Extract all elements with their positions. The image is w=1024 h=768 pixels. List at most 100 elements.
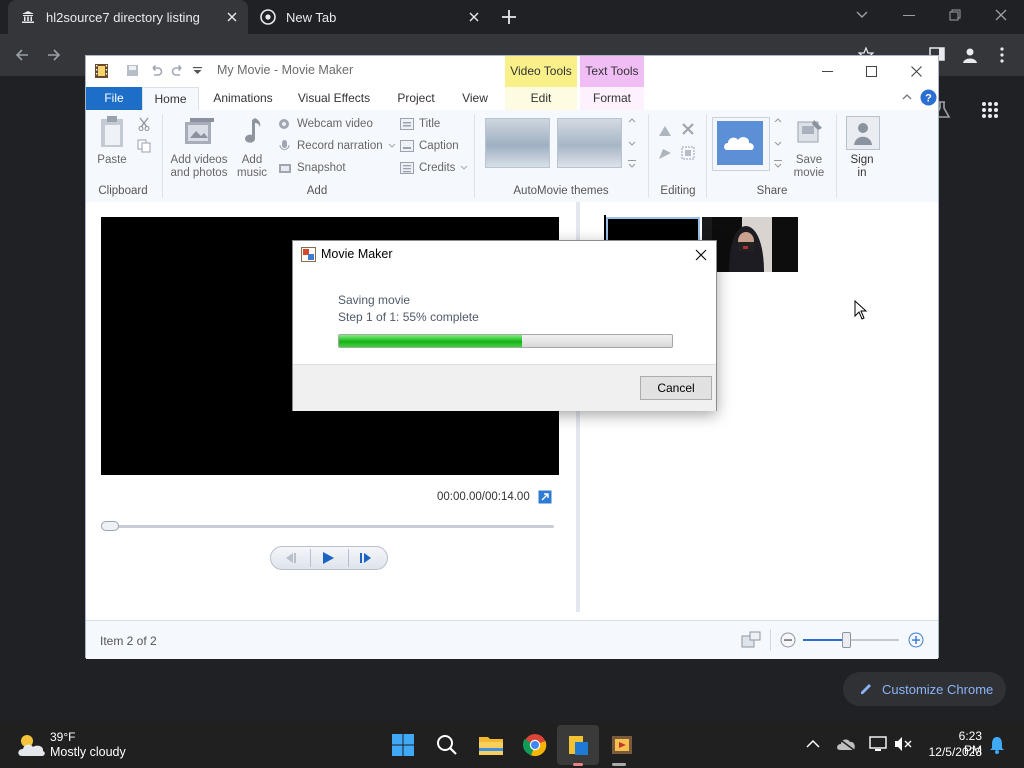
webcam-video-button[interactable]: Webcam video [278, 118, 373, 130]
movie-maker-icon [612, 736, 632, 754]
seek-thumb[interactable] [101, 521, 119, 531]
time-readout: 00:00.00/00:14.00 [437, 491, 530, 503]
minimize-icon[interactable] [903, 15, 915, 17]
chevron-down-icon [461, 165, 468, 170]
zoom-slider-thumb[interactable] [842, 632, 851, 648]
tab-title: New Tab [286, 9, 337, 25]
caption-button[interactable]: Caption [400, 140, 459, 152]
browser-tab-directory[interactable]: hl2source7 directory listing [8, 0, 248, 34]
close-button[interactable] [893, 56, 939, 87]
clock-date[interactable]: 12/5/2023 [922, 745, 982, 759]
close-icon[interactable] [466, 9, 482, 25]
previous-frame-button[interactable] [275, 549, 305, 567]
profile-icon[interactable] [961, 46, 979, 64]
title-button[interactable]: Title [400, 118, 440, 130]
start-button[interactable] [388, 730, 418, 760]
tab-home[interactable]: Home [142, 87, 199, 110]
save-movie-label[interactable]: Save movie [786, 154, 832, 180]
zoom-slider[interactable] [803, 639, 899, 641]
cancel-button[interactable]: Cancel [640, 376, 712, 400]
themes-scroll[interactable] [626, 116, 638, 172]
tab-view[interactable]: View [455, 87, 495, 110]
search-button[interactable] [432, 730, 462, 760]
record-narration-button[interactable]: Record narration [278, 140, 398, 152]
network-icon[interactable] [869, 736, 887, 752]
seek-bar[interactable] [104, 525, 554, 528]
restore-icon[interactable] [949, 9, 961, 21]
next-frame-button[interactable] [351, 549, 381, 567]
close-icon[interactable] [995, 9, 1007, 21]
forward-icon[interactable] [46, 47, 62, 63]
new-tab-icon[interactable] [500, 8, 518, 26]
tab-project[interactable]: Project [391, 87, 441, 110]
rotate-right-icon[interactable] [657, 147, 673, 161]
save-progress-bar [338, 334, 673, 348]
volume-muted-icon[interactable] [894, 736, 912, 752]
apps-grid-icon[interactable] [981, 101, 999, 119]
automovie-theme-2[interactable] [557, 118, 622, 168]
save-movie-icon[interactable] [794, 116, 824, 146]
microphone-icon [279, 140, 290, 150]
window-titlebar: My Movie - Movie Maker Video Tools Text … [86, 56, 938, 87]
movie-maker-icon [301, 247, 316, 262]
group-separator [648, 114, 649, 198]
fullscreen-icon[interactable] [538, 490, 552, 504]
notification-bell-icon[interactable] [989, 736, 1005, 754]
add-videos-icon[interactable] [183, 116, 215, 148]
quick-access-dropdown-icon[interactable] [193, 67, 202, 75]
tab-animations[interactable]: Animations [207, 87, 279, 110]
tab-edit[interactable]: Edit [505, 87, 577, 110]
group-label-clipboard: Clipboard [98, 185, 148, 197]
group-separator [836, 114, 837, 198]
redo-icon[interactable] [171, 63, 185, 77]
snapshot-button[interactable]: Snapshot [278, 162, 346, 174]
credits-button[interactable]: Credits [400, 162, 470, 174]
copy-icon[interactable] [137, 139, 151, 153]
maximize-button[interactable] [848, 56, 894, 87]
thumbnail-size-icon[interactable] [741, 631, 761, 648]
share-scroll[interactable] [772, 116, 784, 172]
sign-in-label[interactable]: Sign in [842, 154, 882, 180]
chevron-down-icon [388, 143, 396, 148]
cut-icon[interactable] [138, 117, 150, 131]
mouse-cursor-icon [854, 300, 868, 320]
zoom-out-icon[interactable] [780, 632, 796, 648]
chevron-down-icon[interactable] [855, 10, 869, 20]
dialog-close-button[interactable] [685, 241, 717, 269]
active-indicator [612, 763, 626, 766]
files-taskbar-button[interactable] [563, 730, 593, 760]
weather-widget[interactable]: 39°F Mostly cloudy [14, 728, 144, 762]
zoom-in-icon[interactable] [908, 632, 924, 648]
onedrive-tray-icon[interactable] [836, 737, 856, 751]
file-explorer-button[interactable] [476, 730, 506, 760]
help-icon[interactable]: ? [920, 89, 937, 106]
chrome-taskbar-button[interactable] [520, 730, 550, 760]
play-button[interactable] [313, 549, 343, 567]
select-all-icon[interactable] [681, 146, 695, 160]
close-icon[interactable] [224, 9, 240, 25]
more-menu-icon[interactable] [999, 46, 1005, 64]
customize-chrome-button[interactable]: Customize Chrome [843, 672, 1006, 706]
music-note-icon[interactable] [243, 116, 263, 148]
onedrive-share-button[interactable] [712, 117, 770, 171]
sign-in-icon[interactable] [846, 116, 880, 150]
tab-file[interactable]: File [86, 87, 142, 110]
bank-icon [20, 9, 36, 25]
rotate-left-icon[interactable] [657, 124, 673, 138]
browser-tab-newtab[interactable]: New Tab [250, 0, 490, 34]
collapse-ribbon-icon[interactable] [902, 93, 912, 100]
save-icon[interactable] [126, 64, 139, 77]
paste-icon[interactable] [98, 115, 128, 149]
chevron-up-icon[interactable] [806, 739, 820, 749]
movie-maker-taskbar-button[interactable] [607, 730, 637, 760]
undo-icon[interactable] [149, 63, 163, 77]
back-icon[interactable] [14, 47, 30, 63]
tab-format[interactable]: Format [580, 87, 644, 110]
delete-icon[interactable] [681, 122, 695, 136]
group-label-add: Add [306, 185, 328, 197]
active-indicator [573, 763, 583, 766]
search-icon [437, 735, 457, 755]
tab-visual-effects[interactable]: Visual Effects [291, 87, 377, 110]
minimize-button[interactable] [804, 56, 850, 87]
automovie-theme-1[interactable] [485, 118, 550, 168]
